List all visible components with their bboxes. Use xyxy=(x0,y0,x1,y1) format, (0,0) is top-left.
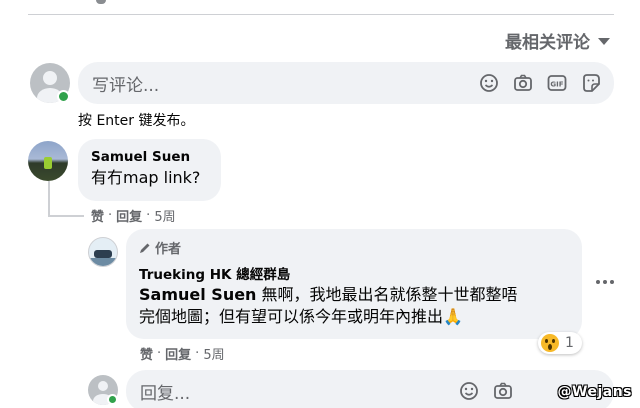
reply-time[interactable]: 5周 xyxy=(203,344,224,363)
sort-dropdown[interactable]: 最相关评论 xyxy=(505,28,610,53)
reply-link[interactable]: 回复 xyxy=(116,206,142,225)
separator: · xyxy=(157,346,162,361)
camera-icon[interactable] xyxy=(512,72,534,94)
emoji-icon[interactable] xyxy=(478,72,500,94)
more-options-icon[interactable] xyxy=(596,280,614,284)
pencil-icon xyxy=(140,243,150,253)
comment-actions: 赞 · 回复 · 5周 xyxy=(91,206,176,225)
thread-connector xyxy=(48,181,50,217)
reply-text: Samuel Suen 無啊，我地最出名就係整十世都整唔 完個地圖；但有望可以係… xyxy=(139,284,569,328)
reply-avatar[interactable] xyxy=(88,237,118,267)
watermark: @Wejans xyxy=(557,384,632,400)
top-divider xyxy=(28,14,614,15)
reply-bubble: 作者 Trueking HK 總經群島 Samuel Suen 無啊，我地最出名… xyxy=(126,229,582,339)
like-link[interactable]: 赞 xyxy=(91,206,104,225)
separator: · xyxy=(146,208,151,223)
enter-hint: 按 Enter 键发布。 xyxy=(78,113,195,129)
separator: · xyxy=(108,208,113,223)
comment-bubble: Samuel Suen 有冇map link? xyxy=(78,139,221,201)
comment-input[interactable]: 写评论... xyxy=(92,71,478,96)
reply-composer[interactable]: 回复... xyxy=(126,370,614,408)
thread-connector xyxy=(48,215,84,217)
reply-link[interactable]: 回复 xyxy=(165,344,191,363)
sticker-icon[interactable] xyxy=(580,72,602,94)
reply-text-line2: 完個地圖；但有望可以係今年或明年內推出🙏 xyxy=(139,307,463,326)
reaction-summary[interactable]: 1 xyxy=(538,332,582,354)
emoji-icon[interactable] xyxy=(458,380,480,402)
gif-icon[interactable]: GIF xyxy=(546,72,568,94)
camera-icon[interactable] xyxy=(492,380,514,402)
online-status-dot xyxy=(57,90,70,103)
svg-text:GIF: GIF xyxy=(550,81,563,89)
separator: · xyxy=(195,346,200,361)
comment-text: 有冇map link? xyxy=(91,168,201,187)
mention-link[interactable]: Samuel Suen xyxy=(139,285,256,304)
wow-reaction-icon xyxy=(541,334,559,352)
chevron-down-icon xyxy=(598,38,610,45)
reaction-count: 1 xyxy=(565,335,574,351)
online-status-dot xyxy=(107,394,118,405)
like-link[interactable]: 赞 xyxy=(140,344,153,363)
reply-author[interactable]: Trueking HK 總經群島 xyxy=(139,263,569,283)
comment-avatar[interactable] xyxy=(28,141,68,181)
reply-text-line1: 無啊，我地最出名就係整十世都整唔 xyxy=(256,285,518,304)
reply-input[interactable]: 回复... xyxy=(140,379,458,404)
author-badge-label: 作者 xyxy=(155,242,182,257)
comment-author[interactable]: Samuel Suen xyxy=(91,149,208,165)
comment-composer[interactable]: 写评论... GIF xyxy=(78,62,614,104)
sort-label: 最相关评论 xyxy=(505,33,590,53)
author-badge: 作者 xyxy=(139,238,569,257)
scroll-indicator xyxy=(96,0,106,4)
reply-actions: 赞 · 回复 · 5周 xyxy=(140,344,225,363)
comment-time[interactable]: 5周 xyxy=(154,206,175,225)
